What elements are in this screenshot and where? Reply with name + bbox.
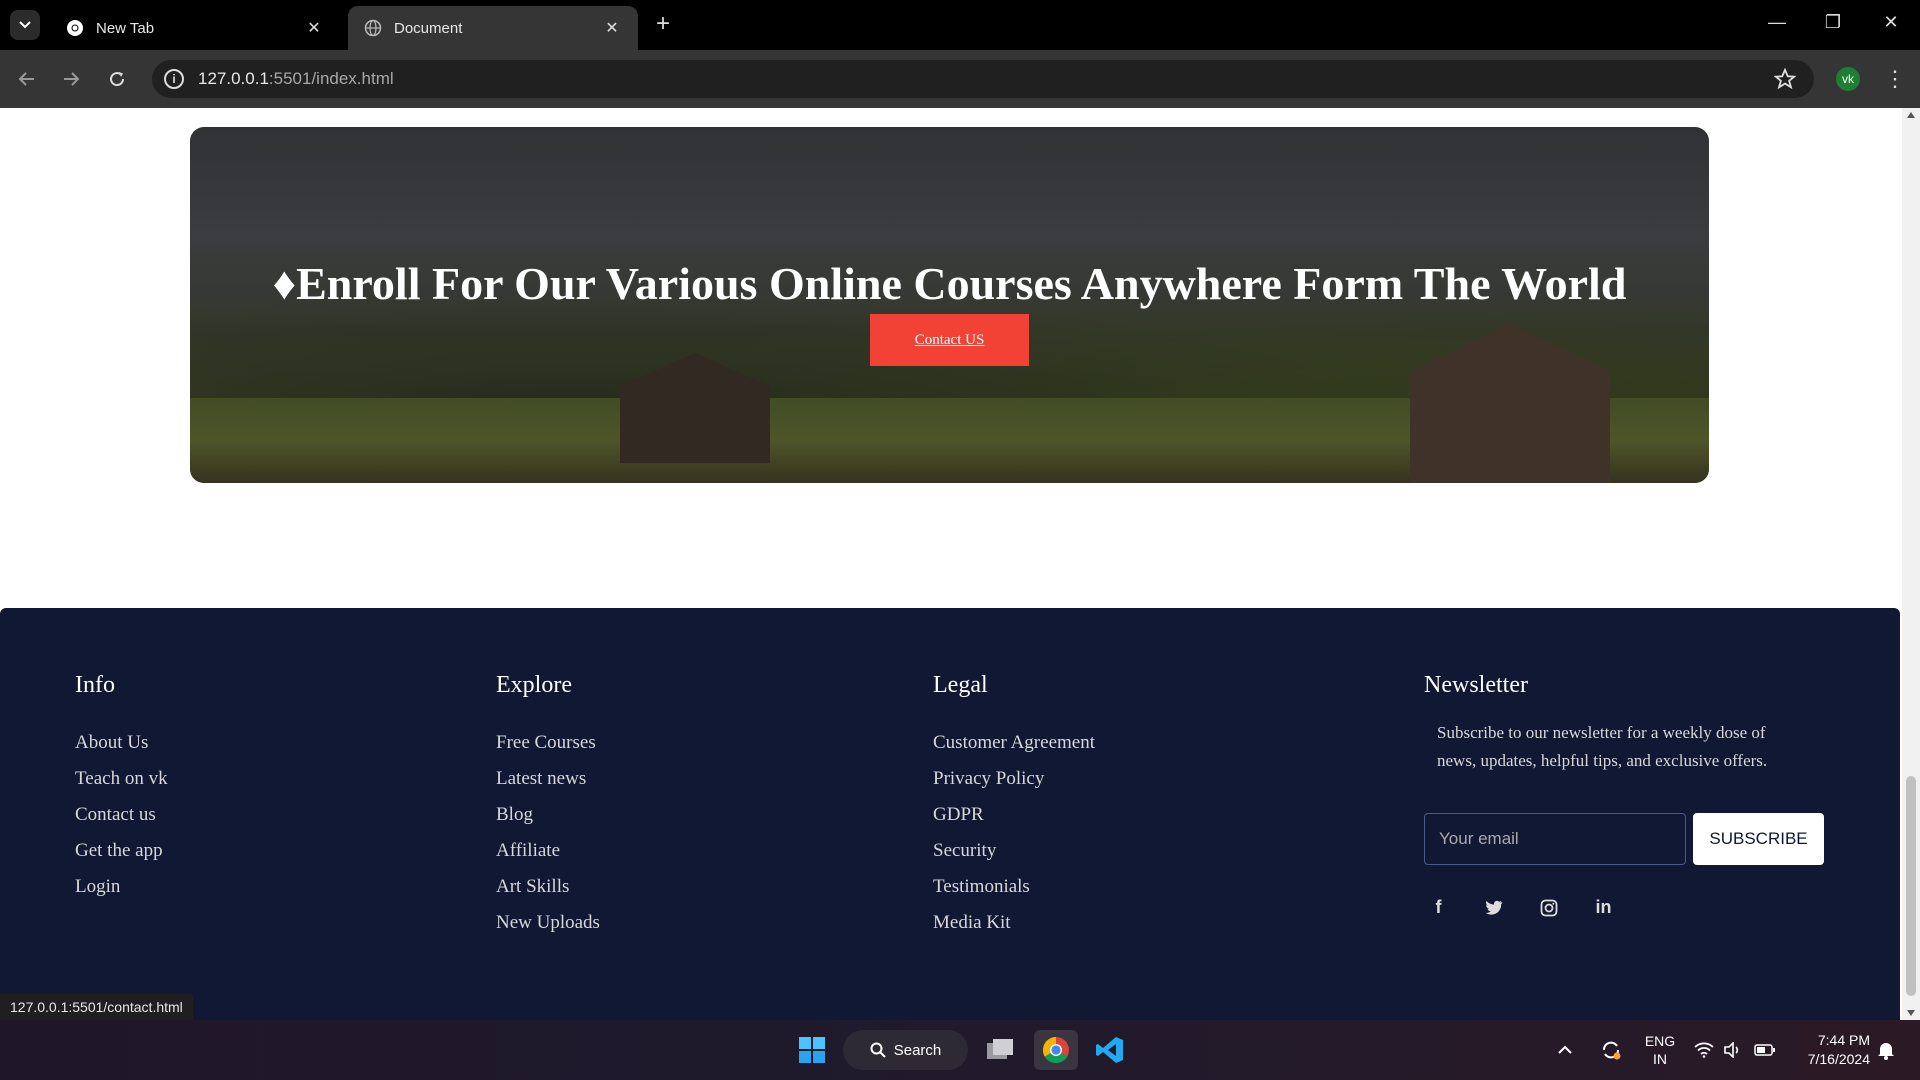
footer-link[interactable]: Privacy Policy <box>933 761 1095 797</box>
sync-icon[interactable] <box>1600 1020 1622 1080</box>
chrome-icon <box>1042 1036 1069 1064</box>
language-code: ENG <box>1644 1033 1676 1049</box>
back-button[interactable] <box>14 66 40 92</box>
tab-new-tab[interactable]: New Tab ✕ <box>50 6 340 50</box>
scroll-up-arrow-icon[interactable] <box>1907 112 1915 118</box>
email-input[interactable]: Your email <box>1424 813 1686 865</box>
chrome-taskbar-button[interactable] <box>1034 1030 1078 1070</box>
task-view-icon <box>987 1039 1013 1059</box>
close-window-icon[interactable]: ✕ <box>1878 12 1904 33</box>
footer-link[interactable]: Media Kit <box>933 905 1095 941</box>
hero-banner: ♦Enroll For Our Various Online Courses A… <box>190 127 1709 483</box>
show-hidden-icons[interactable] <box>1558 1020 1572 1080</box>
footer-heading: Legal <box>933 672 988 698</box>
vscode-taskbar-button[interactable] <box>1090 1030 1130 1070</box>
search-icon <box>870 1042 886 1058</box>
close-icon[interactable]: ✕ <box>304 18 324 38</box>
footer-heading: Info <box>75 672 115 698</box>
footer-heading: Newsletter <box>1424 672 1528 698</box>
footer-legal-column: Legal Customer Agreement Privacy Policy … <box>933 672 1095 941</box>
tab-title: New Tab <box>96 19 155 37</box>
start-button[interactable] <box>792 1030 832 1070</box>
chevron-down-icon <box>19 21 31 29</box>
tab-search-button[interactable] <box>10 10 40 40</box>
link-status-bar: 127.0.0.1:5501/contact.html <box>0 994 193 1020</box>
close-icon[interactable]: ✕ <box>602 18 622 38</box>
footer-link[interactable]: Customer Agreement <box>933 725 1095 761</box>
site-footer: Info About Us Teach on vk Contact us Get… <box>0 608 1900 1020</box>
language-indicator[interactable]: ENG IN <box>1642 1020 1678 1080</box>
twitter-icon[interactable] <box>1481 895 1506 920</box>
subscribe-button[interactable]: SUBSCRIBE <box>1693 813 1824 865</box>
tab-title: Document <box>394 19 463 37</box>
arrow-left-icon <box>18 72 34 86</box>
hero-heading: ♦Enroll For Our Various Online Courses A… <box>272 258 1627 309</box>
region-code: IN <box>1653 1051 1667 1067</box>
arrow-right-icon <box>64 72 80 86</box>
taskbar-clock[interactable]: 7:44 PM 7/16/2024 <box>1790 1020 1870 1080</box>
star-icon[interactable] <box>1773 67 1797 95</box>
contact-us-button[interactable]: Contact US <box>870 314 1029 366</box>
profile-avatar[interactable]: vk <box>1836 67 1860 91</box>
linkedin-icon[interactable]: in <box>1591 895 1616 920</box>
newsletter-form: Your email SUBSCRIBE <box>1424 813 1844 865</box>
scroll-down-arrow-icon[interactable] <box>1907 1010 1915 1016</box>
notification-bell-icon[interactable] <box>1877 1020 1895 1080</box>
wifi-icon[interactable] <box>1694 1020 1714 1080</box>
footer-link[interactable]: Art Skills <box>496 869 600 905</box>
footer-link[interactable]: Contact us <box>75 797 168 833</box>
volume-icon[interactable] <box>1723 1020 1743 1080</box>
footer-link[interactable]: Blog <box>496 797 600 833</box>
chrome-icon <box>66 19 84 37</box>
windows-taskbar: Search ENG IN 7:44 PM 7/16/2024 <box>0 1020 1920 1080</box>
footer-newsletter-column: Newsletter Subscribe to our newsletter f… <box>1424 672 1844 920</box>
new-tab-button[interactable]: + <box>650 12 676 38</box>
footer-link[interactable]: GDPR <box>933 797 1095 833</box>
globe-icon <box>364 19 382 37</box>
more-menu-icon[interactable]: ⋮ <box>1884 66 1906 92</box>
footer-link[interactable]: Affiliate <box>496 833 600 869</box>
instagram-icon[interactable] <box>1536 895 1561 920</box>
vscode-icon <box>1096 1037 1123 1063</box>
forward-button[interactable] <box>58 66 84 92</box>
footer-link[interactable]: About Us <box>75 725 168 761</box>
reload-button[interactable] <box>104 66 130 92</box>
chevron-up-icon <box>1558 1045 1572 1054</box>
footer-link[interactable]: Latest news <box>496 761 600 797</box>
footer-link[interactable]: Login <box>75 869 168 905</box>
browser-tab-bar: New Tab ✕ Document ✕ + — ❐ ✕ <box>0 0 1920 50</box>
browser-toolbar: i 127.0.0.1:5501/index.html vk ⋮ <box>0 50 1920 108</box>
social-links: f in <box>1424 895 1844 920</box>
scrollbar-thumb[interactable] <box>1906 776 1916 996</box>
vertical-scrollbar[interactable] <box>1902 108 1920 1020</box>
newsletter-text: Subscribe to our newsletter for a weekly… <box>1437 723 1768 770</box>
windows-logo-icon <box>799 1037 825 1063</box>
footer-link[interactable]: Free Courses <box>496 725 600 761</box>
taskbar-search[interactable]: Search <box>843 1030 968 1070</box>
footer-explore-column: Explore Free Courses Latest news Blog Af… <box>496 672 600 941</box>
search-label: Search <box>893 1041 942 1059</box>
info-icon[interactable]: i <box>164 69 184 89</box>
footer-link[interactable]: Testimonials <box>933 869 1095 905</box>
address-bar[interactable]: i 127.0.0.1:5501/index.html <box>152 60 1814 98</box>
page-viewport: ♦Enroll For Our Various Online Courses A… <box>0 108 1920 1020</box>
minimize-icon[interactable]: — <box>1764 12 1790 33</box>
footer-info-column: Info About Us Teach on vk Contact us Get… <box>75 672 168 905</box>
tab-document[interactable]: Document ✕ <box>348 6 638 50</box>
clock-time: 7:44 PM <box>1817 1032 1870 1048</box>
footer-heading: Explore <box>496 672 572 698</box>
task-view-button[interactable] <box>980 1030 1020 1070</box>
reload-icon <box>110 72 125 87</box>
footer-link[interactable]: Security <box>933 833 1095 869</box>
clock-date: 7/16/2024 <box>1807 1051 1870 1067</box>
footer-link[interactable]: Get the app <box>75 833 168 869</box>
footer-link[interactable]: New Uploads <box>496 905 600 941</box>
facebook-icon[interactable]: f <box>1426 895 1451 920</box>
url-text: 127.0.0.1:5501/index.html <box>198 69 394 88</box>
footer-link[interactable]: Teach on vk <box>75 761 168 797</box>
battery-icon[interactable] <box>1754 1020 1776 1080</box>
restore-icon[interactable]: ❐ <box>1820 12 1846 33</box>
